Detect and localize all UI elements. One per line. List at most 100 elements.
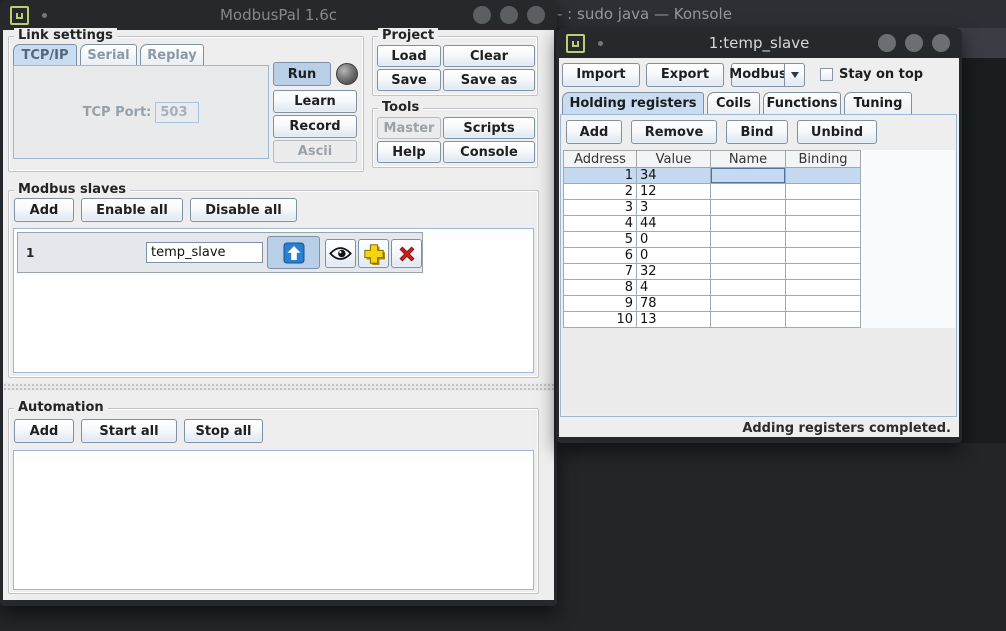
cell-binding[interactable] xyxy=(786,248,861,264)
modbus-dropdown-arrow[interactable] xyxy=(784,63,805,87)
dialog-titlebar[interactable]: 1:temp_slave xyxy=(556,28,962,58)
cell-binding[interactable] xyxy=(786,168,861,184)
table-row[interactable]: 8 4 xyxy=(563,280,861,296)
tab-coils[interactable]: Coils xyxy=(707,92,760,114)
save-button[interactable]: Save xyxy=(377,69,441,91)
cell-value[interactable]: 78 xyxy=(637,296,711,312)
cell-binding[interactable] xyxy=(786,312,861,328)
cell-address[interactable]: 5 xyxy=(563,232,637,248)
modbus-dropdown[interactable]: Modbus xyxy=(731,63,805,87)
cell-name[interactable] xyxy=(711,248,786,264)
cell-address[interactable]: 8 xyxy=(563,280,637,296)
konsole-titlebar[interactable]: - : sudo java — Konsole xyxy=(548,0,1006,28)
split-divider[interactable] xyxy=(3,383,554,391)
table-row[interactable]: 4 44 xyxy=(563,216,861,232)
slave-name-input[interactable]: temp_slave xyxy=(146,242,263,263)
maximize-button[interactable] xyxy=(500,6,518,24)
table-row[interactable]: 2 12 xyxy=(563,184,861,200)
register-unbind-button[interactable]: Unbind xyxy=(797,120,877,144)
cell-value[interactable]: 0 xyxy=(637,232,711,248)
dialog-maximize-button[interactable] xyxy=(905,34,923,52)
enable-all-button[interactable]: Enable all xyxy=(81,198,183,222)
start-all-button[interactable]: Start all xyxy=(81,419,177,443)
cell-name[interactable] xyxy=(711,232,786,248)
disable-all-button[interactable]: Disable all xyxy=(190,198,297,222)
cell-value[interactable]: 44 xyxy=(637,216,711,232)
cell-address[interactable]: 9 xyxy=(563,296,637,312)
cell-binding[interactable] xyxy=(786,184,861,200)
slave-duplicate-button[interactable] xyxy=(358,239,389,268)
cell-value[interactable]: 3 xyxy=(637,200,711,216)
slave-row[interactable]: 1 temp_slave xyxy=(17,232,423,273)
cell-value[interactable]: 12 xyxy=(637,184,711,200)
cell-binding[interactable] xyxy=(786,216,861,232)
tab-replay[interactable]: Replay xyxy=(140,44,204,65)
cell-name[interactable] xyxy=(711,280,786,296)
export-button[interactable]: Export xyxy=(646,63,724,87)
record-button[interactable]: Record xyxy=(273,115,357,138)
col-name[interactable]: Name xyxy=(711,150,786,168)
cell-value[interactable]: 34 xyxy=(637,168,711,184)
cell-address[interactable]: 4 xyxy=(563,216,637,232)
cell-name[interactable] xyxy=(711,200,786,216)
help-button[interactable]: Help xyxy=(377,141,441,163)
cell-name[interactable] xyxy=(711,312,786,328)
cell-address[interactable]: 3 xyxy=(563,200,637,216)
cell-value[interactable]: 13 xyxy=(637,312,711,328)
table-row[interactable]: 6 0 xyxy=(563,248,861,264)
col-value[interactable]: Value xyxy=(637,150,711,168)
table-row[interactable]: 3 3 xyxy=(563,200,861,216)
cell-value[interactable]: 4 xyxy=(637,280,711,296)
table-row[interactable]: 1 34 xyxy=(563,168,861,184)
table-header[interactable]: Address Value Name Binding xyxy=(563,150,861,168)
dialog-minimize-button[interactable] xyxy=(878,34,896,52)
minimize-button[interactable] xyxy=(473,6,491,24)
tab-holding-registers[interactable]: Holding registers xyxy=(562,92,704,114)
cell-value[interactable]: 32 xyxy=(637,264,711,280)
cell-address[interactable]: 2 xyxy=(563,184,637,200)
scripts-button[interactable]: Scripts xyxy=(443,117,535,139)
table-row[interactable]: 5 0 xyxy=(563,232,861,248)
cell-binding[interactable] xyxy=(786,264,861,280)
cell-name[interactable] xyxy=(711,184,786,200)
tab-functions[interactable]: Functions xyxy=(763,92,841,114)
table-row[interactable]: 7 32 xyxy=(563,264,861,280)
register-bind-button[interactable]: Bind xyxy=(726,120,788,144)
slave-view-button[interactable] xyxy=(325,239,356,268)
close-button[interactable] xyxy=(527,6,545,24)
slave-delete-button[interactable] xyxy=(391,239,422,268)
col-address[interactable]: Address xyxy=(563,150,637,168)
cell-address[interactable]: 10 xyxy=(563,312,637,328)
stay-on-top-checkbox[interactable] xyxy=(820,68,833,81)
learn-button[interactable]: Learn xyxy=(273,90,357,113)
modbuspal-titlebar[interactable]: ModbusPal 1.6c xyxy=(0,0,557,30)
cell-binding[interactable] xyxy=(786,296,861,312)
stop-all-button[interactable]: Stop all xyxy=(184,419,263,443)
register-remove-button[interactable]: Remove xyxy=(631,120,717,144)
cell-name[interactable] xyxy=(711,216,786,232)
save-as-button[interactable]: Save as xyxy=(443,69,535,91)
cell-name[interactable] xyxy=(711,296,786,312)
cell-binding[interactable] xyxy=(786,232,861,248)
load-button[interactable]: Load xyxy=(377,45,441,67)
dialog-close-button[interactable] xyxy=(932,34,950,52)
console-button[interactable]: Console xyxy=(443,141,535,163)
slave-enable-toggle[interactable] xyxy=(267,236,320,269)
clear-button[interactable]: Clear xyxy=(443,45,535,67)
cell-address[interactable]: 7 xyxy=(563,264,637,280)
cell-value[interactable]: 0 xyxy=(637,248,711,264)
slave-add-button[interactable]: Add xyxy=(14,198,74,222)
table-row[interactable]: 9 78 xyxy=(563,296,861,312)
cell-address[interactable]: 1 xyxy=(563,168,637,184)
register-add-button[interactable]: Add xyxy=(566,120,622,144)
tcp-port-input[interactable]: 503 xyxy=(155,102,199,123)
import-button[interactable]: Import xyxy=(562,63,640,87)
tab-tcpip[interactable]: TCP/IP xyxy=(13,44,77,65)
cell-address[interactable]: 6 xyxy=(563,248,637,264)
tab-tuning[interactable]: Tuning xyxy=(844,92,912,114)
automation-add-button[interactable]: Add xyxy=(14,419,74,443)
registers-table[interactable]: Address Value Name Binding 1 34 2 12 xyxy=(563,150,861,328)
run-button[interactable]: Run xyxy=(273,62,331,86)
table-row[interactable]: 10 13 xyxy=(563,312,861,328)
cell-name[interactable] xyxy=(711,264,786,280)
